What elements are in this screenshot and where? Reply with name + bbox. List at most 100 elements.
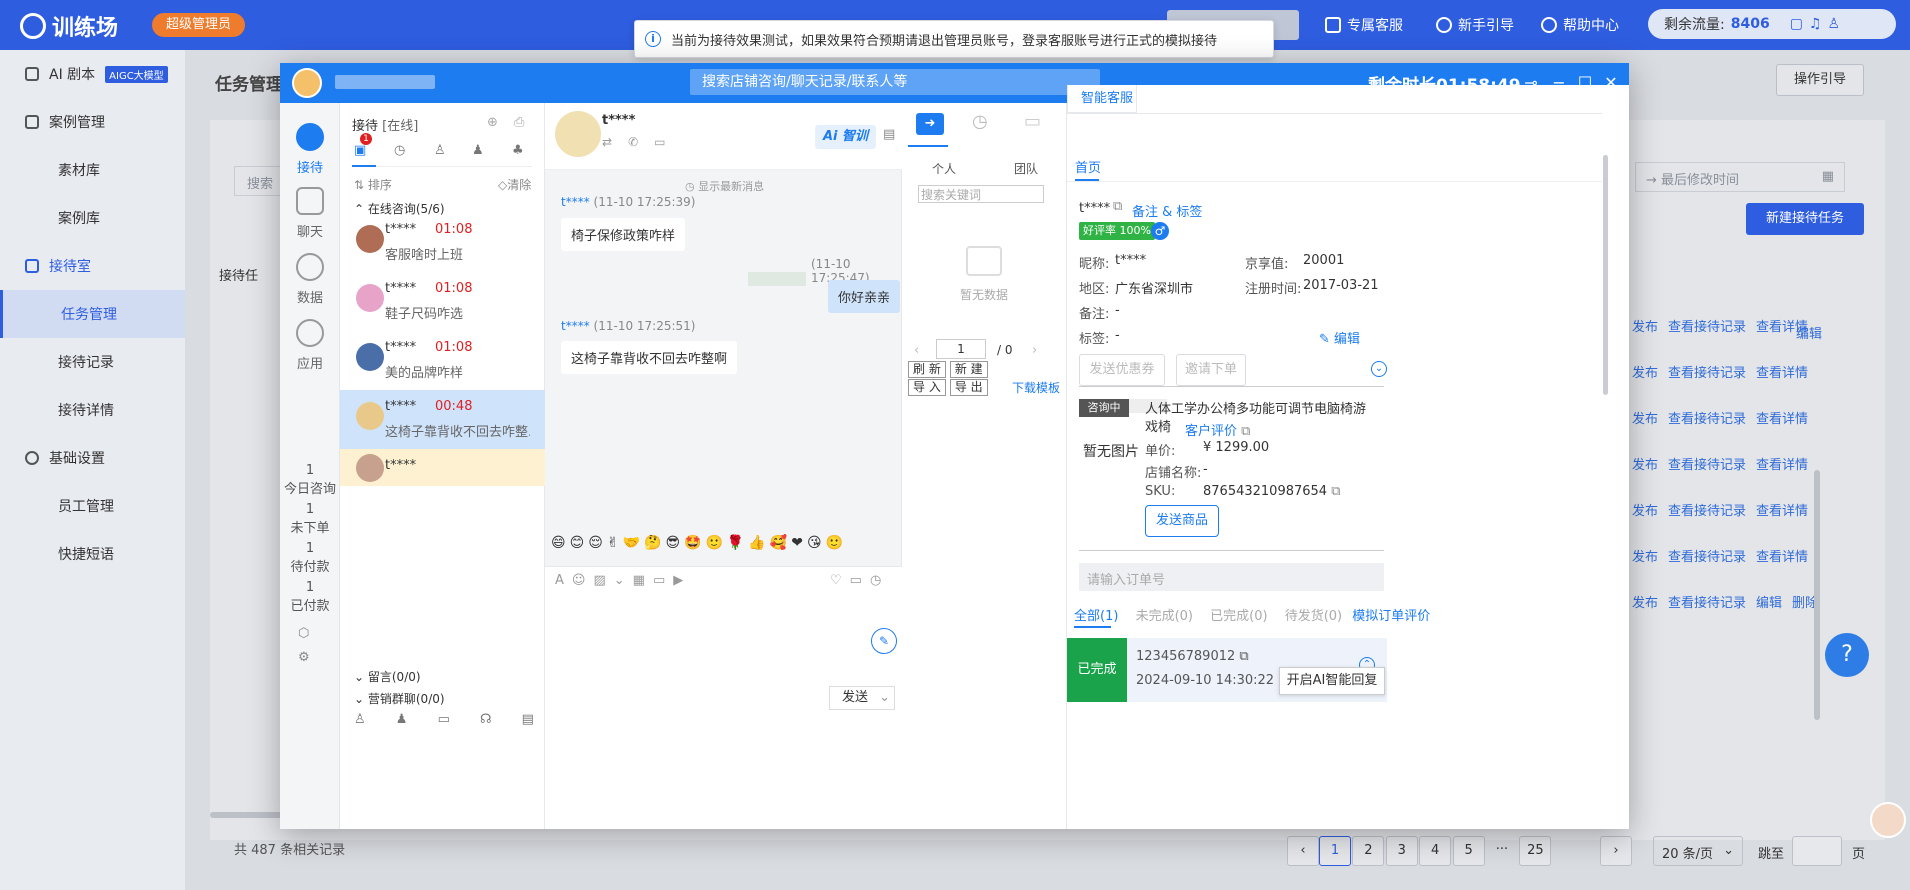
emoji-item[interactable]: 🤩 (684, 535, 701, 551)
note-icon[interactable]: ▤ (883, 127, 895, 142)
tab-all-orders[interactable]: 全部(1) (1074, 609, 1118, 624)
download-template-link[interactable]: 下载模板 (1012, 379, 1060, 396)
create-button[interactable]: 新 建 (949, 361, 988, 378)
nav-chat[interactable]: 聊天 (280, 187, 340, 240)
help-center-link[interactable]: 帮助中心 (1541, 15, 1619, 35)
conversation-item[interactable]: t**** 01:08 鞋子尺码咋选 (340, 272, 545, 331)
page-button[interactable]: 3 (1385, 836, 1418, 866)
agent-avatar[interactable] (292, 68, 322, 98)
page-button[interactable]: 5 (1452, 836, 1485, 866)
sidebar-item-quick-phrases[interactable]: 快捷短语 (0, 530, 185, 578)
nav-data[interactable]: 数据 (280, 253, 340, 306)
page-button[interactable]: 1 (1319, 836, 1351, 866)
row-action-link[interactable]: 查看详情 (1756, 504, 1808, 519)
phone-icon[interactable]: ✆ (628, 135, 638, 149)
video-icon[interactable]: ▶ (673, 573, 683, 588)
row-action-link[interactable]: 查看接待记录 (1668, 458, 1746, 473)
conversation-item[interactable]: t**** 01:08 美的品牌咋样 (340, 331, 545, 390)
tab-personal[interactable]: 个人 (932, 160, 956, 177)
tab-smart-service[interactable]: 智能客服 (1067, 85, 1137, 113)
add-group-icon[interactable]: ⊕ (487, 115, 498, 130)
tab-home[interactable]: 首页 (1075, 157, 1101, 176)
person-icon[interactable]: ♙ (434, 143, 446, 158)
page-button[interactable]: 25 (1519, 836, 1552, 866)
assistant-avatar[interactable] (1870, 802, 1906, 838)
sidebar-item-task-management[interactable]: 任务管理 (0, 290, 185, 338)
cube-icon[interactable]: ⬡ (298, 626, 309, 641)
row-action-link[interactable]: 查看接待记录 (1668, 596, 1746, 611)
page-button[interactable]: 4 (1419, 836, 1452, 866)
marketing-group-header[interactable]: ⌄ 营销群聊(0/0) (354, 690, 445, 707)
emoji-item[interactable]: 😘 (807, 535, 822, 551)
row-action-link[interactable]: 发布 (1632, 412, 1658, 427)
operation-guide-button[interactable]: 操作引导 (1776, 64, 1864, 96)
beginner-guide-link[interactable]: 新手引导 (1436, 15, 1514, 35)
ai-reply-button[interactable]: 开启AI智能回复 (1279, 667, 1385, 695)
row-action-link[interactable]: 发布 (1632, 596, 1658, 611)
sidebar-item-case-management[interactable]: 案例管理 (0, 98, 185, 146)
page-button[interactable]: ··· (1486, 836, 1518, 866)
send-button[interactable]: 发送 ⌄ (829, 686, 895, 710)
file-icon[interactable]: ▤ (522, 712, 534, 727)
row-action-link[interactable]: 查看详情 (1756, 412, 1808, 427)
show-latest-link[interactable]: ◷ 显示最新消息 (685, 178, 764, 194)
page-size-select[interactable]: 20 条/页 ⌄ (1653, 836, 1743, 866)
edit-button[interactable]: ✎ 编辑 (1319, 328, 1360, 347)
page-input[interactable]: 1 (936, 339, 986, 359)
emoji-item[interactable]: 👍 (748, 535, 765, 551)
heart-icon[interactable]: ♡ (830, 573, 842, 588)
note-tag-link[interactable]: 备注 & 标签 (1132, 201, 1202, 220)
copy-icon[interactable]: ⧉ (1239, 649, 1248, 664)
chevron-down-icon[interactable]: ⌄ (1371, 361, 1387, 377)
product-title[interactable]: 人体工学办公椅多功能可调节电脑椅游戏椅 (1145, 401, 1375, 437)
refresh-button[interactable]: 刷 新 (908, 361, 946, 378)
ai-training-button[interactable]: Ai 智训 (815, 125, 877, 149)
folder-add-icon[interactable]: ▭ (1024, 111, 1041, 132)
image-icon[interactable]: ▨ (593, 573, 605, 588)
headset-icon[interactable]: ☊ (480, 712, 492, 727)
next-icon[interactable]: › (1032, 343, 1037, 358)
send-coupon-button[interactable]: 发送优惠券 (1079, 354, 1165, 386)
keyword-search-input[interactable]: 搜索关键词 (918, 185, 1044, 203)
sidebar-item-staff-management[interactable]: 员工管理 (0, 482, 185, 530)
sidebar-item-reception-records[interactable]: 接待记录 (0, 338, 185, 386)
row-action-link[interactable]: 发布 (1632, 320, 1658, 335)
smile-icon[interactable]: ☺ (572, 573, 586, 588)
sidebar-item-basic-settings[interactable]: 基础设置 (0, 434, 185, 482)
emoji-item[interactable]: 🤔 (644, 535, 661, 551)
emoji-item[interactable]: 🙂 (826, 535, 843, 551)
row-action-link[interactable]: 查看详情 (1756, 550, 1808, 565)
row-action-link[interactable]: 查看详情 (1756, 320, 1808, 335)
prev-page-button[interactable]: ‹ (1287, 836, 1319, 866)
emoji-item[interactable]: 🤝 (623, 535, 640, 551)
row-action-link[interactable]: 查看接待记录 (1668, 366, 1746, 381)
prev-icon[interactable]: ‹ (914, 343, 919, 358)
table-icon[interactable]: ▦ (633, 573, 645, 588)
chat-icon[interactable]: ▭ (850, 573, 862, 588)
sidebar-item-case-library[interactable]: 案例库 (0, 194, 185, 242)
sort-button[interactable]: ⇅ 排序 (354, 176, 392, 193)
history-icon[interactable]: ◷ (870, 573, 881, 588)
monitor-icon[interactable]: ▭ (438, 712, 450, 727)
sidebar-item-reception-room[interactable]: 接待室 (0, 242, 185, 290)
bell-icon[interactable]: ♫ (1809, 16, 1822, 32)
vertical-scrollbar[interactable] (1814, 470, 1820, 720)
tab-team[interactable]: 团队 (1014, 160, 1038, 177)
current-tab-icon[interactable]: ▣ (354, 143, 366, 158)
row-action-link[interactable]: 查看接待记录 (1668, 320, 1746, 335)
copy-icon[interactable]: ⧉ (1241, 424, 1250, 439)
folder-icon[interactable]: ▭ (653, 573, 665, 588)
order-number-input[interactable]: 请输入订单号 (1079, 563, 1384, 591)
message-group-header[interactable]: ⌄ 留言(0/0) (354, 668, 421, 685)
emoji-item[interactable]: ❤ (791, 535, 803, 551)
next-page-button[interactable]: › (1600, 836, 1632, 866)
conversation-item-active[interactable]: t**** 00:48 这椅子靠背收不回去咋整... (340, 390, 545, 449)
customer-icon[interactable]: ♟ (396, 712, 408, 727)
emoji-item[interactable]: 😄 (551, 535, 566, 551)
message-input-area[interactable]: A ☺ ▨ ⌄ ▦ ▭ ▶ ♡ ▭ ◷ ✎ 发送 ⌄ (545, 566, 902, 829)
exclusive-service-link[interactable]: 专属客服 (1325, 15, 1403, 35)
emoji-item[interactable]: 😎 (665, 535, 680, 551)
simulate-review-link[interactable]: 模拟订单评价 (1352, 609, 1430, 624)
page-button[interactable]: 2 (1352, 836, 1385, 866)
nav-apps[interactable]: 应用 (280, 319, 340, 372)
